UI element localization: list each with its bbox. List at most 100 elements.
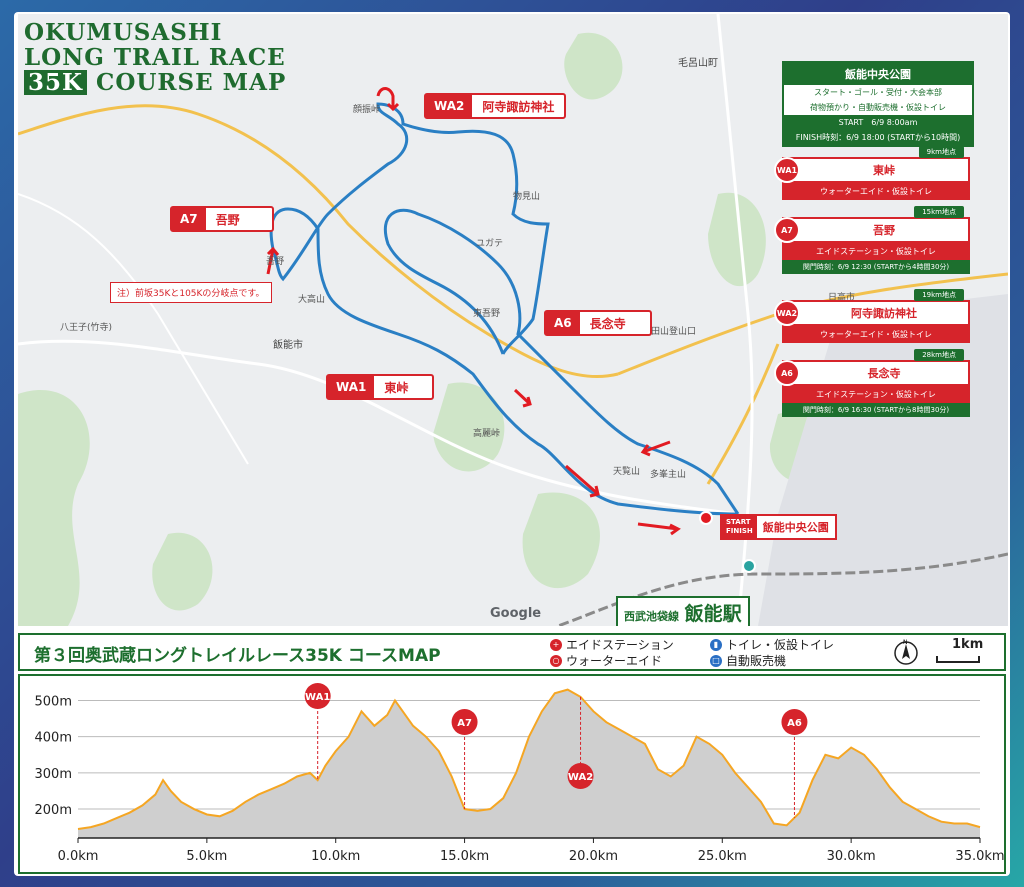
info-row-name: WA1 東峠 bbox=[774, 157, 970, 183]
title-rest: COURSE MAP bbox=[96, 69, 287, 96]
map-label: 毛呂山町 bbox=[678, 58, 718, 69]
vending-machine-icon: □ bbox=[710, 654, 722, 667]
info-closing: 関門時刻：6/9 16:30 (STARTから8時間30分) bbox=[782, 403, 970, 417]
marker-label: WA1 bbox=[305, 692, 330, 703]
map-label: 大高山 bbox=[298, 295, 326, 305]
start-finish-name: 飯能中央公園 bbox=[762, 521, 829, 534]
y-tick-label: 500m bbox=[35, 694, 72, 709]
info-main-start: START 6/9 8:00am bbox=[838, 118, 918, 127]
marker-label: A7 bbox=[457, 718, 472, 729]
title-badge: 35K bbox=[24, 70, 87, 95]
marker-label: WA2 bbox=[568, 772, 593, 783]
x-tick-label: 30.0km bbox=[827, 849, 876, 864]
info-dist: 28km地点 bbox=[914, 349, 964, 361]
legend-bar: 第３回奥武蔵ロングトレイルレース35K コースMAP + エイドステーション ○ ウ… bbox=[18, 633, 1006, 671]
info-item-a6: 28km地点 A6 長念寺 エイドステーション・仮設トイレ 関門時刻：6/9 16… bbox=[774, 349, 970, 417]
info-name: 阿寺諏訪神社 bbox=[851, 307, 917, 320]
start-label: START bbox=[726, 518, 751, 526]
info-desc: ウォーターエイド・仮設トイレ bbox=[782, 326, 970, 343]
info-row-name: A7 吾野 bbox=[774, 217, 970, 243]
station-label: 西武池袋線 飯能駅 bbox=[616, 596, 750, 626]
y-tick-label: 200m bbox=[35, 803, 72, 818]
compass-icon: N bbox=[894, 639, 918, 665]
x-tick-label: 0.0km bbox=[58, 849, 99, 864]
water-aid-icon: ○ bbox=[550, 654, 562, 667]
map-label: 吾野 bbox=[266, 257, 285, 267]
start-finish-tag: START FINISH bbox=[722, 516, 757, 538]
callout-tag: WA1 bbox=[328, 376, 375, 398]
y-tick-label: 400m bbox=[35, 731, 72, 746]
legend-label: エイドステーション bbox=[566, 638, 674, 652]
info-dist: 15km地点 bbox=[914, 206, 964, 218]
info-dist: 9km地点 bbox=[918, 146, 964, 158]
course-map[interactable]: OKUMUSASHI LONG TRAIL RACE 35K COURSE MA… bbox=[18, 14, 1008, 626]
elevation-profile: 200m 300m 400m 500m 0.0km 5.0km 10.0km 15.0km 20… bbox=[18, 674, 1006, 874]
info-badge: WA2 bbox=[774, 300, 800, 326]
map-label: 八王子(竹寺) bbox=[60, 323, 113, 333]
info-main-line1: スタート・ゴール・受付・大会本部 bbox=[784, 85, 972, 100]
callout-a7[interactable]: A7 吾野 bbox=[170, 206, 274, 232]
x-tick-label: 15.0km bbox=[440, 849, 489, 864]
callout-wa1[interactable]: WA1 東峠 bbox=[326, 374, 434, 400]
info-name: 吾野 bbox=[873, 224, 895, 237]
title-line-2: LONG TRAIL RACE bbox=[24, 44, 286, 71]
title-line-3: 35K COURSE MAP bbox=[24, 70, 286, 95]
legend-item-water: ○ ウォーターエイド bbox=[550, 652, 662, 669]
info-desc: エイドステーション・仮設トイレ bbox=[782, 243, 970, 260]
title-block: OKUMUSASHI LONG TRAIL RACE 35K COURSE MA… bbox=[24, 20, 286, 95]
station-line: 西武池袋線 bbox=[624, 610, 679, 623]
callout-name: 東峠 bbox=[384, 380, 409, 395]
y-tick-label: 300m bbox=[35, 767, 72, 782]
map-label: ユガテ bbox=[476, 239, 504, 249]
legend-title: 第３回奥武蔵ロングトレイルレース35K コースMAP bbox=[34, 646, 441, 666]
info-item-a7: 15km地点 A7 吾野 エイドステーション・仮設トイレ 関門時刻：6/9 12:… bbox=[774, 206, 970, 274]
info-name: 長念寺 bbox=[867, 367, 901, 380]
info-badge: A6 bbox=[774, 360, 800, 386]
map-label: 多峯主山 bbox=[650, 470, 687, 480]
map-label: 高麗峠 bbox=[473, 429, 501, 439]
callout-a6[interactable]: A6 長念寺 bbox=[544, 310, 652, 336]
info-row-name: A6 長念寺 bbox=[774, 360, 970, 386]
info-main-finish: FINISH時刻：6/9 18:00 (STARTから10時間) bbox=[795, 133, 961, 142]
start-finish-callout[interactable]: START FINISH 飯能中央公園 bbox=[720, 514, 837, 540]
map-label: 物見山 bbox=[513, 192, 541, 202]
info-main-line2: 荷物預かり・自動販売機・仮設トイレ bbox=[784, 100, 972, 115]
x-tick-label: 25.0km bbox=[698, 849, 747, 864]
info-closing: 関門時刻：6/9 12:30 (STARTから4時間30分) bbox=[782, 260, 970, 274]
info-name: 東峠 bbox=[873, 164, 895, 177]
scale-bar bbox=[936, 656, 980, 663]
toilet-icon: ▮ bbox=[710, 638, 722, 651]
info-row-name: WA2 阿寺諏訪神社 bbox=[774, 300, 970, 326]
legend-item-toilet: ▮ トイレ・仮設トイレ bbox=[710, 636, 834, 653]
info-item-wa1: 9km地点 WA1 東峠 ウォーターエイド・仮設トイレ bbox=[774, 146, 970, 200]
callout-wa2[interactable]: WA2 阿寺諏訪神社 bbox=[424, 93, 567, 119]
google-logo: Google bbox=[490, 606, 542, 621]
map-label: 顔振峠 bbox=[353, 105, 381, 115]
callout-name: 吾野 bbox=[215, 212, 240, 227]
station-name: 飯能駅 bbox=[684, 603, 742, 625]
compass-n: N bbox=[903, 639, 908, 646]
map-label: 飯能市 bbox=[273, 340, 303, 351]
marker-label: A6 bbox=[787, 718, 802, 729]
x-tick-label: 5.0km bbox=[186, 849, 227, 864]
x-tick-label: 20.0km bbox=[569, 849, 618, 864]
finish-label: FINISH bbox=[726, 527, 753, 535]
callout-name: 長念寺 bbox=[589, 316, 626, 331]
info-desc: エイドステーション・仮設トイレ bbox=[782, 386, 970, 403]
callout-tag: A6 bbox=[546, 312, 580, 334]
map-label: 天覧山 bbox=[613, 467, 641, 477]
legend-label: ウォーターエイド bbox=[566, 654, 663, 668]
info-desc: ウォーターエイド・仮設トイレ bbox=[782, 183, 970, 200]
x-tick-label: 35.0km bbox=[955, 849, 1004, 864]
legend-label: 自動販売機 bbox=[726, 654, 787, 668]
info-badge: A7 bbox=[774, 217, 800, 243]
info-main-panel: 飯能中央公園 スタート・ゴール・受付・大会本部 荷物預かり・自動販売機・仮設トイ… bbox=[782, 61, 974, 147]
legend-label: トイレ・仮設トイレ bbox=[726, 638, 835, 652]
elevation-chart: 200m 300m 400m 500m 0.0km 5.0km 10.0km 15.0km 20… bbox=[35, 683, 1004, 864]
legend-item-aid: + エイドステーション bbox=[550, 636, 674, 653]
aid-station-icon: + bbox=[550, 638, 562, 651]
info-item-wa2: 19km地点 WA2 阿寺諏訪神社 ウォーターエイド・仮設トイレ bbox=[774, 289, 970, 343]
info-main-title: 飯能中央公園 bbox=[845, 68, 911, 81]
callout-tag: A7 bbox=[172, 208, 206, 230]
branch-note: 注）前坂35Kと105Kの分岐点です。 bbox=[110, 282, 272, 303]
